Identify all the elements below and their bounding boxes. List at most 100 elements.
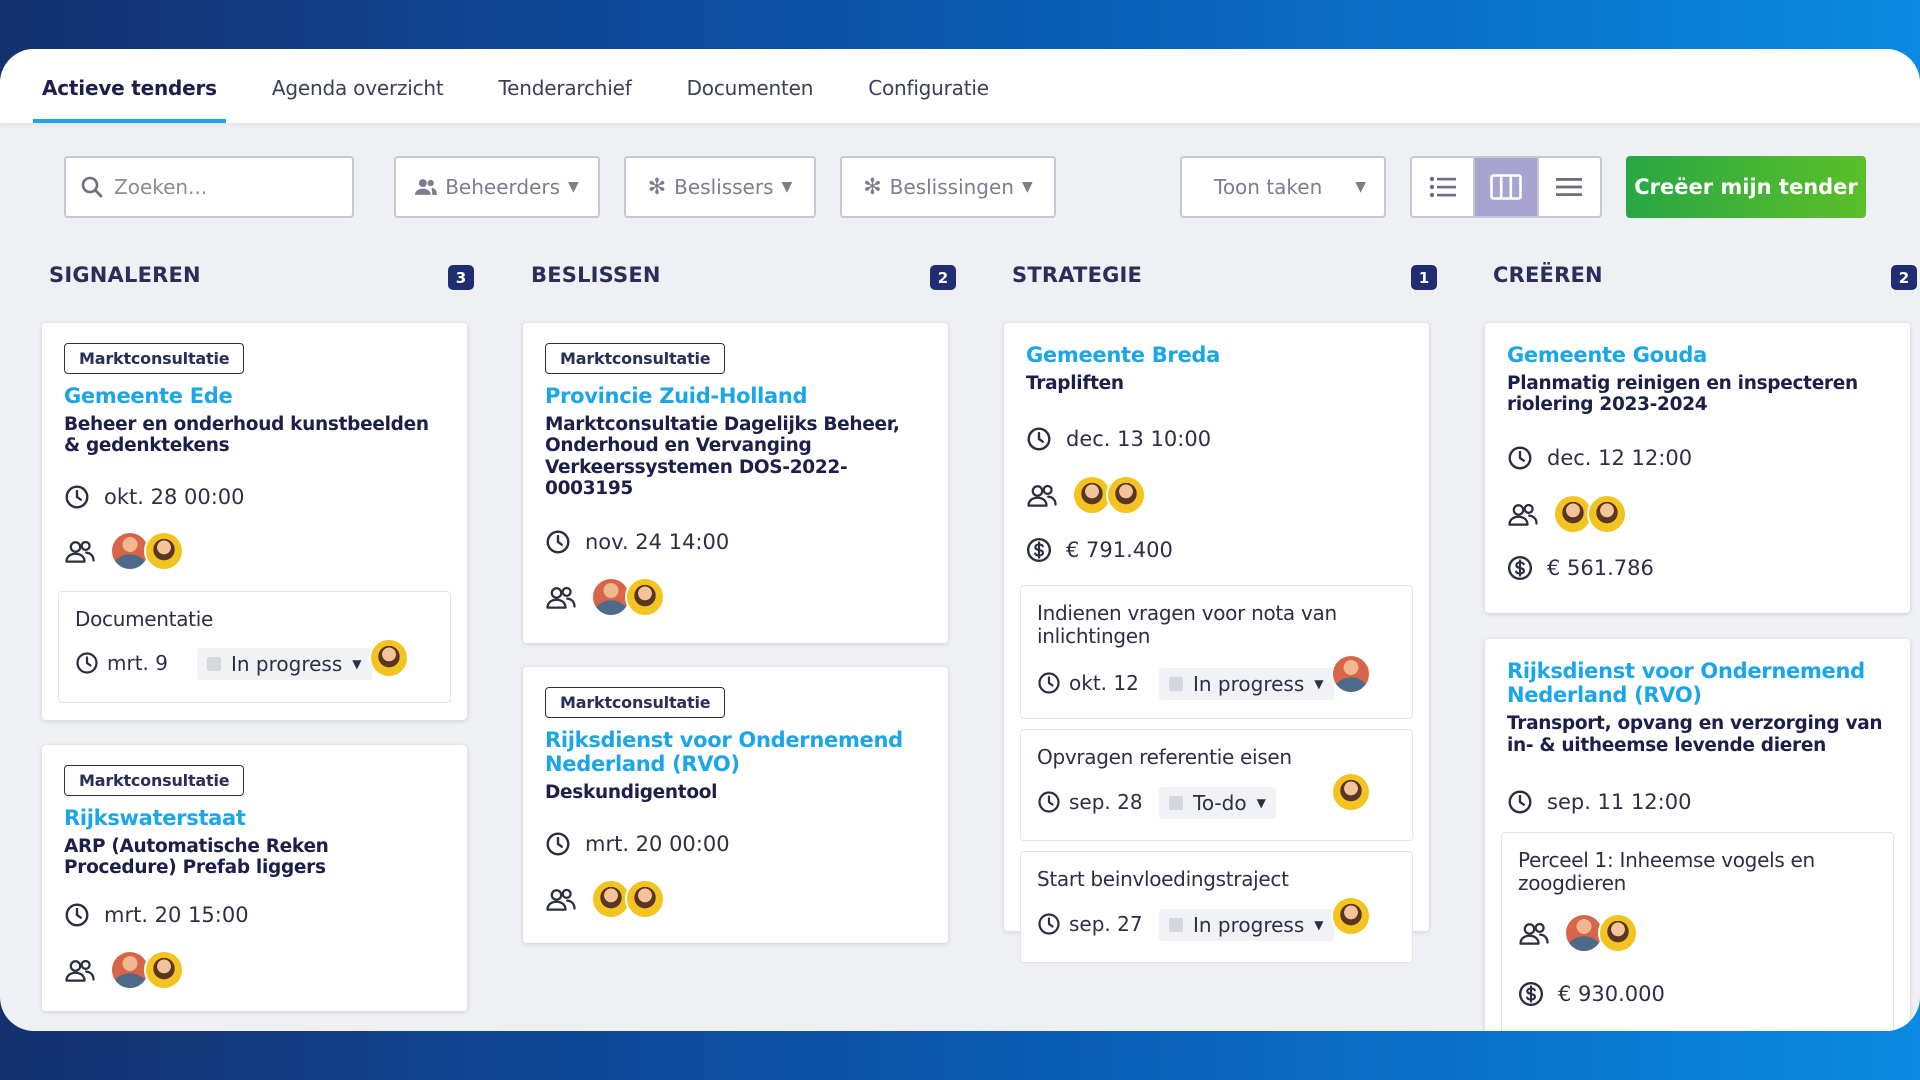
tender-organisation[interactable]: Rijksdienst voor Ondernemend Nederland (…	[1507, 659, 1888, 707]
status-dropdown[interactable]: To-do ▼	[1159, 787, 1276, 819]
tender-organisation[interactable]: Gemeente Breda	[1026, 343, 1407, 367]
create-tender-button[interactable]: Creëer mijn tender	[1626, 156, 1866, 218]
clock-icon	[1507, 789, 1533, 815]
lot-value-text: € 930.000	[1558, 982, 1665, 1006]
avatar-group[interactable]	[1553, 494, 1627, 534]
show-tasks-select[interactable]: Toon taken ▼	[1180, 156, 1386, 218]
status-label: In progress	[1193, 913, 1305, 937]
task-title: Start beinvloedingstraject	[1037, 867, 1289, 891]
tab-configuratie[interactable]: Configuratie	[859, 76, 998, 123]
beheerders-filter[interactable]: Beheerders ▼	[394, 156, 600, 218]
list-view-button[interactable]	[1412, 158, 1473, 216]
tender-card[interactable]: Rijksdienst voor Ondernemend Nederland (…	[1485, 639, 1910, 1031]
task-item[interactable]: Opvragen referentie eisen sep. 28 To-do …	[1020, 729, 1413, 841]
tab-agenda-overzicht[interactable]: Agenda overzicht	[263, 76, 453, 123]
task-title: Indienen vragen voor nota van inlichting…	[1037, 601, 1337, 648]
clock-icon	[1037, 671, 1061, 695]
clock-icon	[1037, 912, 1061, 936]
deadline: mrt. 20 00:00	[545, 831, 730, 857]
deadline: okt. 28 00:00	[64, 484, 245, 510]
task-date: sep. 28	[1037, 790, 1143, 814]
tender-value-text: € 561.786	[1547, 556, 1654, 580]
search-icon	[81, 176, 103, 198]
tender-organisation[interactable]: Gemeente Ede	[64, 384, 445, 408]
avatar-group[interactable]	[1072, 475, 1146, 515]
users-icon	[1026, 482, 1058, 509]
avatar[interactable]	[625, 577, 665, 617]
tender-organisation[interactable]: Provincie Zuid-Holland	[545, 384, 926, 408]
avatar-group[interactable]	[1564, 913, 1638, 953]
count-badge: 1	[1411, 265, 1437, 290]
compact-view-button[interactable]	[1536, 158, 1600, 216]
status-dropdown[interactable]: In progress ▼	[1159, 668, 1334, 700]
avatar[interactable]	[144, 950, 184, 990]
avatar[interactable]	[1598, 913, 1638, 953]
tender-card[interactable]: Gemeente Gouda Planmatig reinigen en ins…	[1485, 323, 1910, 613]
users-icon	[545, 886, 577, 913]
lot-item[interactable]: Perceel 1: Inheemse vogels en zoogdieren…	[1501, 832, 1894, 1031]
tender-title: Marktconsultatie Dagelijks Beheer, Onder…	[545, 414, 900, 499]
tab-tenderarchief[interactable]: Tenderarchief	[490, 76, 641, 123]
team	[545, 577, 665, 617]
tender-card[interactable]: Marktconsultatie Rijksdienst voor Ondern…	[523, 667, 948, 943]
menu-icon	[1556, 178, 1583, 196]
board-view-button[interactable]	[1473, 158, 1537, 216]
avatar[interactable]	[369, 638, 409, 678]
tab-actieve-tenders[interactable]: Actieve tenders	[33, 76, 226, 123]
avatar[interactable]	[144, 531, 184, 571]
task-date-text: sep. 28	[1069, 790, 1143, 814]
app-frame: Actieve tenders Agenda overzicht Tendera…	[0, 49, 1920, 1031]
chevron-down-icon: ▼	[568, 179, 579, 195]
deadline: nov. 24 14:00	[545, 529, 729, 555]
avatar-group[interactable]	[591, 879, 665, 919]
task-item[interactable]: Indienen vragen voor nota van inlichting…	[1020, 585, 1413, 719]
tender-card[interactable]: Marktconsultatie Gemeente Ede Beheer en …	[42, 323, 467, 720]
avatar[interactable]	[625, 879, 665, 919]
task-title: Documentatie	[75, 607, 213, 631]
status-dropdown[interactable]: In progress ▼	[1159, 909, 1334, 941]
task-date: sep. 27	[1037, 912, 1143, 936]
avatar[interactable]	[1331, 772, 1371, 812]
tender-title: Transport, opvang en verzorging van in- …	[1507, 713, 1883, 756]
beheerders-filter-label: Beheerders	[445, 175, 561, 199]
status-label: In progress	[1193, 672, 1305, 696]
count-badge: 2	[930, 265, 956, 290]
avatar[interactable]	[1106, 475, 1146, 515]
deadline-text: sep. 11 12:00	[1547, 790, 1692, 814]
users-icon	[1507, 501, 1539, 528]
avatar[interactable]	[1331, 896, 1371, 936]
status-color	[1169, 677, 1183, 691]
tab-documenten[interactable]: Documenten	[678, 76, 823, 123]
chevron-down-icon: ▼	[1314, 677, 1324, 691]
beslissers-filter[interactable]: ✻ Beslissers ▼	[624, 156, 816, 218]
avatar-group[interactable]	[591, 577, 665, 617]
avatar[interactable]	[1587, 494, 1627, 534]
tender-organisation[interactable]: Gemeente Gouda	[1507, 343, 1888, 367]
task-item[interactable]: Documentatie mrt. 9 In progress ▼	[58, 591, 451, 703]
tender-organisation[interactable]: Rijkswaterstaat	[64, 806, 445, 830]
tender-card[interactable]: Marktconsultatie Rijkswaterstaat ARP (Au…	[42, 745, 467, 1011]
tender-organisation[interactable]: Rijksdienst voor Ondernemend Nederland (…	[545, 728, 926, 776]
task-item[interactable]: Start beinvloedingstraject sep. 27 In pr…	[1020, 851, 1413, 963]
tender-card[interactable]: Gemeente Breda Trapliften dec. 13 10:00 …	[1004, 323, 1429, 963]
beslissingen-filter[interactable]: ✻ Beslissingen ▼	[840, 156, 1056, 218]
avatar[interactable]	[1331, 654, 1371, 694]
status-dropdown[interactable]: In progress ▼	[197, 648, 372, 680]
chevron-down-icon: ▼	[1021, 179, 1033, 195]
tender-card[interactable]: Marktconsultatie Provincie Zuid-Holland …	[523, 323, 948, 643]
clock-icon	[1507, 445, 1533, 471]
clock-icon	[1037, 790, 1061, 814]
toolbar: Beheerders ▼ ✻ Beslissers ▼ ✻ Beslissing…	[0, 156, 1920, 220]
lot-value: € 930.000	[1518, 981, 1665, 1007]
status-label: To-do	[1193, 791, 1247, 815]
users-icon	[1518, 920, 1550, 947]
avatar-group[interactable]	[110, 531, 184, 571]
users-icon	[64, 538, 96, 565]
asterisk-icon: ✻	[647, 174, 667, 200]
avatar-group[interactable]	[110, 950, 184, 990]
team	[64, 531, 184, 571]
chevron-down-icon: ▼	[352, 657, 362, 671]
status-color	[207, 657, 221, 671]
search-input[interactable]	[114, 175, 344, 199]
search-box[interactable]	[64, 156, 354, 218]
